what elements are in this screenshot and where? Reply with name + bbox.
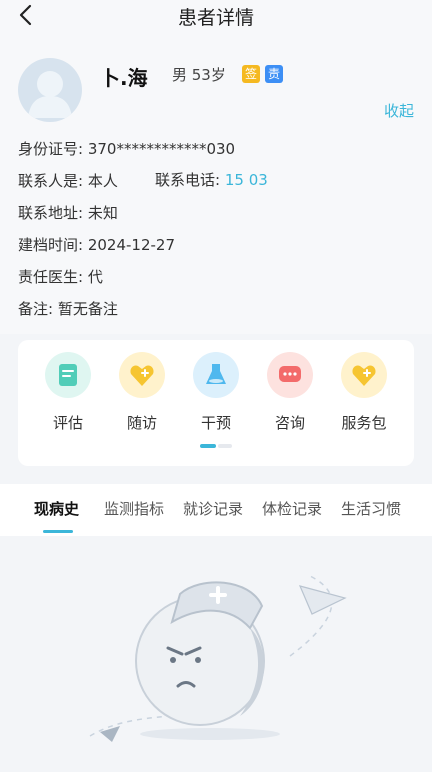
avatar xyxy=(18,58,82,122)
tab-visit-records[interactable]: 就诊记录 xyxy=(183,498,243,519)
action-label: 随访 xyxy=(126,414,157,432)
tab-checkup-records[interactable]: 体检记录 xyxy=(262,498,322,519)
empty-state-illustration xyxy=(89,575,347,742)
contact-label: 联系人是: xyxy=(18,172,84,190)
action-consult[interactable]: 咨询 xyxy=(260,352,320,433)
responsible-badge: 责 xyxy=(265,65,283,83)
address-label: 联系地址: xyxy=(18,204,84,222)
action-assessment[interactable]: 评估 xyxy=(38,352,98,433)
followup-icon xyxy=(119,352,165,398)
action-label: 评估 xyxy=(52,414,83,432)
contact-row: 联系人是: 本人 xyxy=(18,170,118,191)
contact-value: 本人 xyxy=(87,172,118,190)
note-row: 备注: 暂无备注 xyxy=(18,298,118,319)
service-package-icon xyxy=(341,352,387,398)
action-label: 干预 xyxy=(200,414,231,432)
id-label: 身份证号: xyxy=(18,140,84,158)
action-service-package[interactable]: 服务包 xyxy=(334,352,394,433)
note-label: 备注: xyxy=(18,300,54,318)
active-tab-indicator xyxy=(43,530,73,533)
created-label: 建档时间: xyxy=(18,236,84,254)
patient-gender-age: 男 53岁 xyxy=(172,66,226,84)
address-row: 联系地址: 未知 xyxy=(18,202,118,223)
doctor-row: 责任医生: 代 xyxy=(18,266,103,287)
action-label: 咨询 xyxy=(274,414,305,432)
record-tabs: 现病史 监测指标 就诊记录 体检记录 生活习惯 xyxy=(0,484,432,536)
doctor-label: 责任医生: xyxy=(18,268,84,286)
intervention-icon xyxy=(193,352,239,398)
assessment-icon xyxy=(45,352,91,398)
phone-value[interactable]: 15 03 xyxy=(225,171,268,189)
patient-info-section: 卜.海 男 53岁 签 责 收起 身份证号: 370************03… xyxy=(0,34,432,334)
pager-indicator xyxy=(200,444,232,448)
note-value: 暂无备注 xyxy=(57,300,118,318)
patient-name: 卜.海 xyxy=(100,66,148,90)
created-date-row: 建档时间: 2024-12-27 xyxy=(18,234,175,255)
signed-badge: 签 xyxy=(242,65,260,83)
action-label: 服务包 xyxy=(341,414,387,432)
id-value: 370************030 xyxy=(87,140,236,158)
doctor-value: 代 xyxy=(87,268,103,286)
phone-row: 联系电话: 15 03 xyxy=(155,169,268,190)
empty-state xyxy=(0,536,432,768)
user-icon xyxy=(28,71,72,118)
page-title: 患者详情 xyxy=(177,7,254,29)
created-value: 2024-12-27 xyxy=(87,236,176,254)
tab-lifestyle[interactable]: 生活习惯 xyxy=(341,498,401,519)
tab-present-illness[interactable]: 现病史 xyxy=(34,498,79,519)
header-bar: 患者详情 xyxy=(0,0,432,34)
address-value: 未知 xyxy=(87,204,118,222)
quick-actions-card: 评估 随访 干预 咨询 服务包 xyxy=(18,340,414,466)
action-followup[interactable]: 随访 xyxy=(112,352,172,433)
id-number-row: 身份证号: 370************030 xyxy=(18,138,235,159)
collapse-button[interactable]: 收起 xyxy=(384,100,414,121)
action-intervention[interactable]: 干预 xyxy=(186,352,246,433)
phone-label: 联系电话: xyxy=(155,171,221,189)
consult-icon xyxy=(267,352,313,398)
tab-monitoring[interactable]: 监测指标 xyxy=(104,498,164,519)
